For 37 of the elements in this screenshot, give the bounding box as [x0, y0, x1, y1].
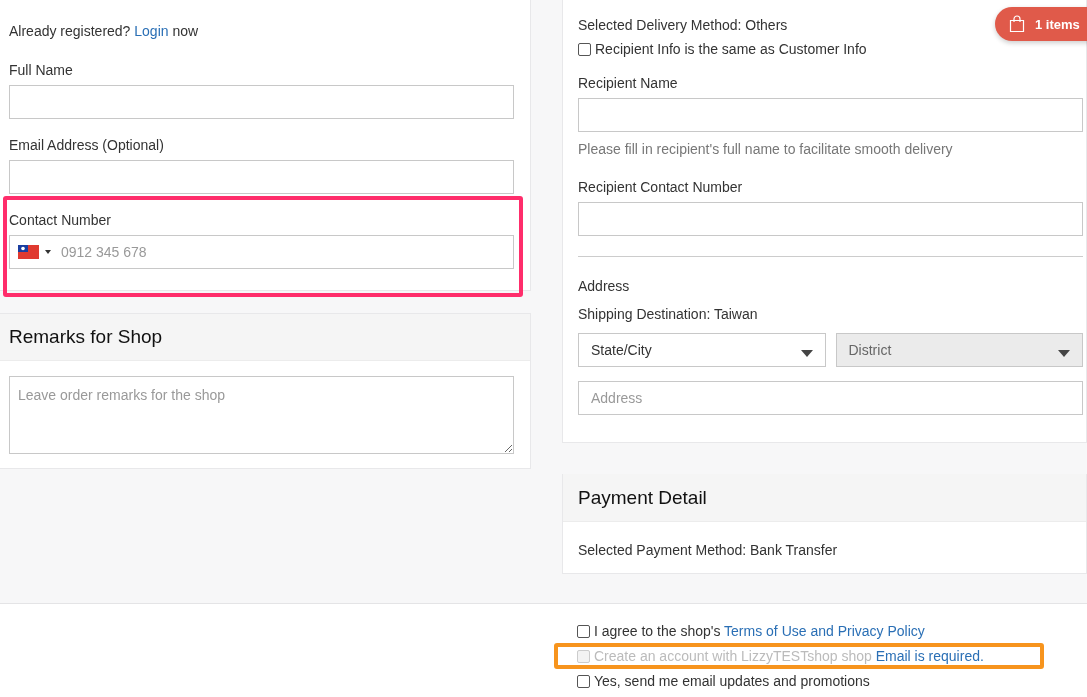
phone-field[interactable]: 0912 345 678	[9, 235, 514, 269]
text-link[interactable]: Terms of Use and Privacy Policy	[724, 623, 925, 639]
address-field[interactable]: Address	[578, 381, 1083, 415]
field-label: Recipient Contact Number	[578, 178, 744, 196]
field-label: Full Name	[9, 61, 74, 79]
field-label: Contact Number	[9, 211, 112, 229]
caret-icon	[1058, 349, 1070, 357]
field-label: Email Address (Optional)	[9, 136, 165, 154]
checkbox-label: Yes, send me email updates and promotions	[594, 672, 870, 690]
flag-icon[interactable]	[18, 245, 39, 259]
section-title: Payment Detail	[578, 486, 707, 509]
checkbox-label: I agree to the shop's Terms of Use and Privacy Policy	[594, 622, 925, 640]
checkbox[interactable]	[577, 624, 590, 638]
payment-method-text: Selected Payment Method: Bank Transfer	[578, 541, 839, 559]
remarks-field[interactable]: Leave order remarks for the shop	[9, 376, 514, 454]
login-prompt: Already registered? Login now	[9, 22, 200, 40]
caret-icon	[800, 349, 813, 357]
destination-text: Shipping Destination: Taiwan	[578, 305, 759, 323]
text-field[interactable]	[9, 85, 514, 119]
shopping-bag-icon	[1009, 15, 1025, 33]
field-label: Recipient Name	[578, 74, 679, 92]
checkbox[interactable]	[578, 42, 591, 56]
text-field[interactable]	[578, 98, 1083, 132]
login-link[interactable]: Login	[134, 23, 169, 39]
checkbox-label: Create an account with LizzyTESTshop shop Email is required.	[594, 647, 984, 665]
checkbox-label: Recipient Info is the same as Customer Info	[595, 40, 867, 58]
delivery-method-text: Selected Delivery Method: Others	[578, 16, 788, 34]
cart-button[interactable]: 1 items	[995, 7, 1087, 41]
section-label: Address	[578, 277, 631, 295]
dropdown[interactable]: State/City	[578, 333, 826, 367]
section-title: Remarks for Shop	[9, 326, 163, 348]
checkbox[interactable]	[577, 674, 590, 688]
caret-icon[interactable]	[45, 250, 51, 254]
phone-input[interactable]: 0912 345 678	[61, 244, 505, 260]
text-field[interactable]	[578, 202, 1083, 236]
text-field[interactable]	[9, 160, 514, 194]
hint-text: Please fill in recipient's full name to facilitate smooth delivery	[578, 140, 954, 158]
